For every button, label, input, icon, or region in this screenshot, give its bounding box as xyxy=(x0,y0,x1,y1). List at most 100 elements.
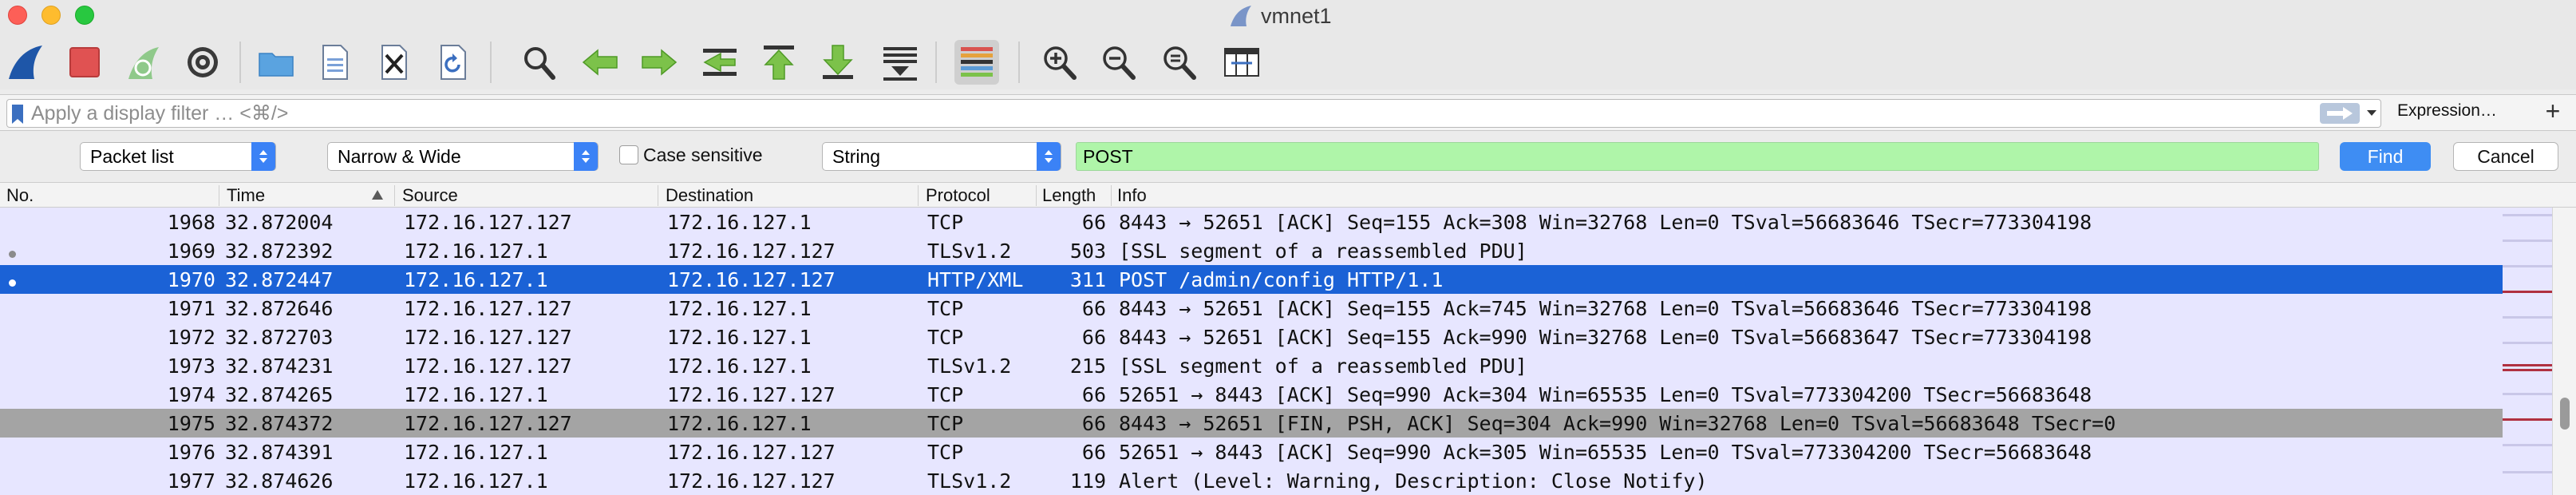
go-forward-button[interactable] xyxy=(637,40,682,85)
packet-time: 32.874626 xyxy=(225,469,334,493)
minimap-line xyxy=(2503,393,2552,395)
packet-row[interactable]: 1968 32.872004 172.16.127.127 172.16.127… xyxy=(0,208,2503,236)
packet-row-fin[interactable]: 1975 32.874372 172.16.127.127 172.16.127… xyxy=(0,409,2503,438)
column-header-destination[interactable]: Destination xyxy=(666,185,753,206)
packet-source: 172.16.127.1 xyxy=(404,268,548,291)
minimap-line xyxy=(2503,316,2552,319)
packet-no: 1974 xyxy=(167,383,215,406)
packet-time: 32.872703 xyxy=(225,326,334,349)
autoscroll-button[interactable] xyxy=(878,40,923,85)
packet-time: 32.872646 xyxy=(225,297,334,320)
packet-row[interactable]: 1971 32.872646 172.16.127.127 172.16.127… xyxy=(0,294,2503,323)
search-type-select[interactable]: String xyxy=(822,142,1061,171)
filter-history-dropdown[interactable] xyxy=(2363,103,2380,124)
column-header-length[interactable]: Length xyxy=(1042,185,1096,206)
restart-capture-button[interactable] xyxy=(121,40,166,85)
column-divider[interactable] xyxy=(1111,185,1112,206)
zoom-out-button[interactable] xyxy=(1096,40,1141,85)
packet-time: 32.874265 xyxy=(225,383,334,406)
packet-row[interactable]: 1969 32.872392 172.16.127.1 172.16.127.1… xyxy=(0,236,2503,265)
packet-time: 32.872004 xyxy=(225,211,334,234)
save-file-button[interactable] xyxy=(313,40,358,85)
packet-row[interactable]: 1973 32.874231 172.16.127.127 172.16.127… xyxy=(0,351,2503,380)
packet-source: 172.16.127.127 xyxy=(404,326,572,349)
column-header-source[interactable]: Source xyxy=(402,185,458,206)
column-header-time[interactable]: Time xyxy=(227,185,265,206)
open-file-button[interactable] xyxy=(254,40,298,85)
minimap-line xyxy=(2503,265,2552,267)
packet-row[interactable]: 1974 32.874265 172.16.127.1 172.16.127.1… xyxy=(0,380,2503,409)
packet-source: 172.16.127.127 xyxy=(404,211,572,234)
packet-protocol: TCP xyxy=(927,297,964,320)
packet-row-selected[interactable]: 1970 32.872447 172.16.127.1 172.16.127.1… xyxy=(0,265,2503,294)
expression-button[interactable]: Expression… xyxy=(2397,101,2497,121)
related-packet-marker xyxy=(9,279,16,287)
cancel-button[interactable]: Cancel xyxy=(2453,142,2558,171)
packet-row[interactable]: 1977 32.874626 172.16.127.1 172.16.127.1… xyxy=(0,466,2503,495)
minimap-line xyxy=(2503,214,2552,216)
autoscroll-icon xyxy=(883,47,917,81)
go-to-packet-button[interactable] xyxy=(697,40,742,85)
find-packet-button[interactable] xyxy=(517,40,562,85)
display-filter-input[interactable] xyxy=(31,100,2313,127)
capture-options-button[interactable] xyxy=(180,40,225,85)
packet-protocol: TLSv1.2 xyxy=(927,240,1012,263)
vertical-scrollbar[interactable] xyxy=(2552,208,2576,495)
zoom-reset-icon xyxy=(1164,46,1196,80)
reload-file-button[interactable] xyxy=(431,40,476,85)
case-sensitive-checkbox[interactable] xyxy=(619,145,638,164)
zoom-out-icon xyxy=(1103,46,1136,80)
packet-destination: 172.16.127.1 xyxy=(667,412,812,435)
packet-protocol: HTTP/XML xyxy=(927,268,1024,291)
first-packet-button[interactable] xyxy=(757,40,801,85)
toolbar-separator xyxy=(490,42,492,83)
packet-minimap[interactable] xyxy=(2503,208,2552,495)
resize-columns-button[interactable] xyxy=(1219,40,1264,85)
minimap-line xyxy=(2503,240,2552,242)
packet-length: 503 xyxy=(1069,240,1106,263)
packet-row[interactable]: 1976 32.874391 172.16.127.1 172.16.127.1… xyxy=(0,438,2503,466)
packet-no: 1973 xyxy=(167,354,215,378)
packet-time: 32.872392 xyxy=(225,240,334,263)
packet-destination: 172.16.127.127 xyxy=(667,469,836,493)
find-button[interactable]: Find xyxy=(2340,142,2431,171)
column-header-protocol[interactable]: Protocol xyxy=(926,185,990,206)
column-divider[interactable] xyxy=(394,185,395,206)
add-filter-button[interactable]: + xyxy=(2540,97,2566,126)
start-capture-button[interactable] xyxy=(3,40,48,85)
char-width-select[interactable]: Narrow & Wide xyxy=(327,142,599,171)
packet-info: 8443 → 52651 [FIN, PSH, ACK] Seq=304 Ack… xyxy=(1119,412,2116,435)
packet-length: 66 xyxy=(1081,383,1106,406)
window-maximize-button[interactable] xyxy=(75,6,94,25)
window-minimize-button[interactable] xyxy=(41,6,61,25)
zoom-reset-button[interactable] xyxy=(1157,40,1202,85)
restart-icon xyxy=(128,47,159,79)
packet-length: 311 xyxy=(1069,268,1106,291)
packet-info: POST /admin/config HTTP/1.1 xyxy=(1119,268,1444,291)
colorize-button[interactable] xyxy=(954,40,999,85)
packet-info: 8443 → 52651 [ACK] Seq=155 Ack=308 Win=3… xyxy=(1119,211,2092,234)
bookmark-icon[interactable] xyxy=(9,103,26,125)
last-packet-button[interactable] xyxy=(816,40,860,85)
column-divider[interactable] xyxy=(1036,185,1037,206)
zoom-in-button[interactable] xyxy=(1037,40,1082,85)
go-back-button[interactable] xyxy=(578,40,622,85)
packet-list-header: No. Time Source Destination Protocol Len… xyxy=(0,182,2576,208)
find-string-input[interactable] xyxy=(1076,142,2319,171)
packet-no: 1971 xyxy=(167,297,215,320)
reload-icon xyxy=(441,45,466,80)
packet-no: 1976 xyxy=(167,441,215,464)
colorize-icon xyxy=(961,47,993,77)
stop-capture-button[interactable] xyxy=(62,40,107,85)
column-divider[interactable] xyxy=(918,185,919,206)
scrollbar-thumb[interactable] xyxy=(2560,398,2570,430)
packet-info: 52651 → 8443 [ACK] Seq=990 Ack=305 Win=6… xyxy=(1119,441,2092,464)
packet-info: 8443 → 52651 [ACK] Seq=155 Ack=990 Win=3… xyxy=(1119,326,2092,349)
column-header-info[interactable]: Info xyxy=(1117,185,1147,206)
search-in-select[interactable]: Packet list xyxy=(80,142,276,171)
apply-filter-button[interactable] xyxy=(2320,103,2360,124)
window-close-button[interactable] xyxy=(8,6,27,25)
column-header-no[interactable]: No. xyxy=(6,185,34,206)
packet-row[interactable]: 1972 32.872703 172.16.127.127 172.16.127… xyxy=(0,323,2503,351)
close-file-button[interactable] xyxy=(372,40,417,85)
